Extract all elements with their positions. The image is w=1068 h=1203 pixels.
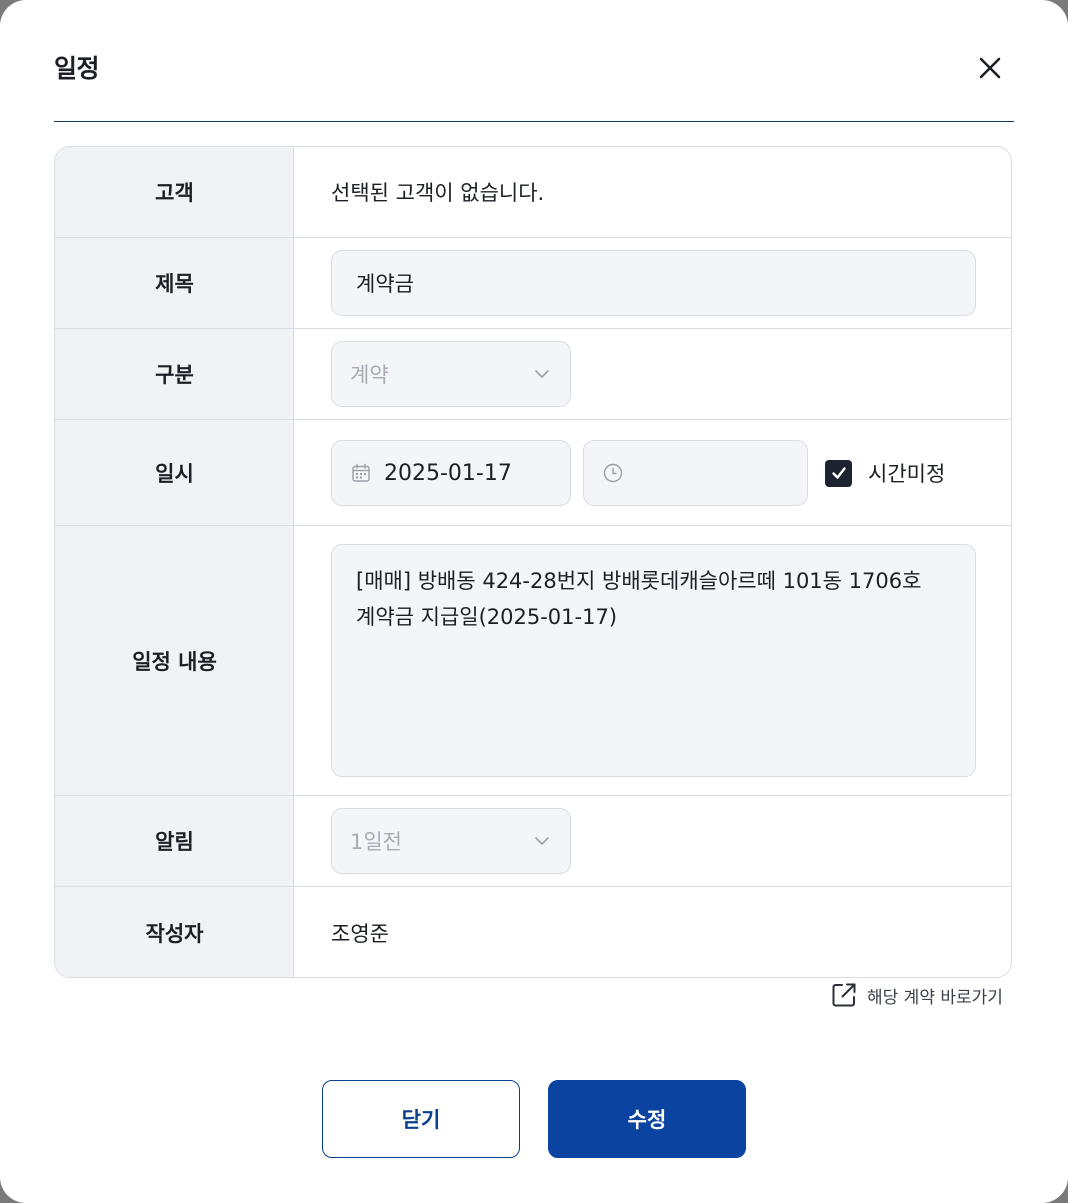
alarm-select[interactable]: 1일전 [331, 808, 571, 874]
content-line: 계약금 지급일(2025-01-17) [356, 605, 618, 629]
content-line: [매매] 방배동 424-28번지 방배롯데캐슬아르떼 101동 1706호 [356, 569, 922, 593]
content-label: 일정 내용 [132, 649, 217, 674]
time-unset-toggle[interactable]: 시간미정 [825, 440, 945, 506]
row-content: 일정 내용 [매매] 방배동 424-28번지 방배롯데캐슬아르떼 101동 1… [55, 526, 1011, 796]
calendar-icon [352, 463, 370, 482]
chevron-down-icon [535, 370, 549, 378]
schedule-form: 고객 선택된 고객이 없습니다. 제목 계약금 구분 계약 일시 2025-01… [54, 146, 1012, 978]
header-divider [54, 121, 1014, 122]
chevron-down-icon [535, 837, 549, 845]
row-author: 작성자 조영준 [55, 887, 1011, 977]
date-input[interactable]: 2025-01-17 [331, 440, 571, 506]
row-alarm: 알림 1일전 [55, 796, 1011, 887]
title-input[interactable]: 계약금 [331, 250, 976, 316]
edit-button[interactable]: 수정 [548, 1080, 746, 1158]
customer-value: 선택된 고객이 없습니다. [331, 181, 545, 205]
time-unset-label: 시간미정 [868, 462, 946, 486]
row-title: 제목 계약금 [55, 238, 1011, 329]
row-customer: 고객 선택된 고객이 없습니다. [55, 147, 1011, 238]
category-selected: 계약 [350, 363, 389, 387]
schedule-modal: 일정 고객 선택된 고객이 없습니다. 제목 계약금 구분 계약 일시 2025… [0, 0, 1068, 1203]
title-label: 제목 [155, 272, 194, 296]
contract-link[interactable]: 해당 계약 바로가기 [829, 980, 1003, 1010]
time-unset-checkbox[interactable] [825, 459, 852, 487]
time-input[interactable] [583, 440, 808, 506]
date-value: 2025-01-17 [384, 460, 512, 486]
row-datetime: 일시 2025-01-17 시간미정 [55, 420, 1011, 526]
content-textarea[interactable]: [매매] 방배동 424-28번지 방배롯데캐슬아르떼 101동 1706호 계… [331, 544, 976, 777]
check-icon [831, 467, 846, 479]
category-label: 구분 [155, 363, 194, 387]
author-label: 작성자 [145, 921, 204, 946]
clock-icon [603, 463, 623, 483]
author-value: 조영준 [331, 921, 389, 946]
alarm-label: 알림 [155, 830, 194, 854]
close-icon[interactable] [972, 50, 1008, 86]
close-button[interactable]: 닫기 [322, 1080, 520, 1158]
datetime-label: 일시 [155, 461, 194, 486]
row-category: 구분 계약 [55, 329, 1011, 420]
modal-title: 일정 [54, 54, 100, 83]
category-select[interactable]: 계약 [331, 341, 571, 407]
customer-label: 고객 [155, 181, 194, 205]
external-link-icon [832, 983, 856, 1007]
alarm-selected: 1일전 [350, 830, 403, 854]
title-input-value: 계약금 [356, 272, 414, 296]
contract-link-label: 해당 계약 바로가기 [867, 987, 1003, 1008]
